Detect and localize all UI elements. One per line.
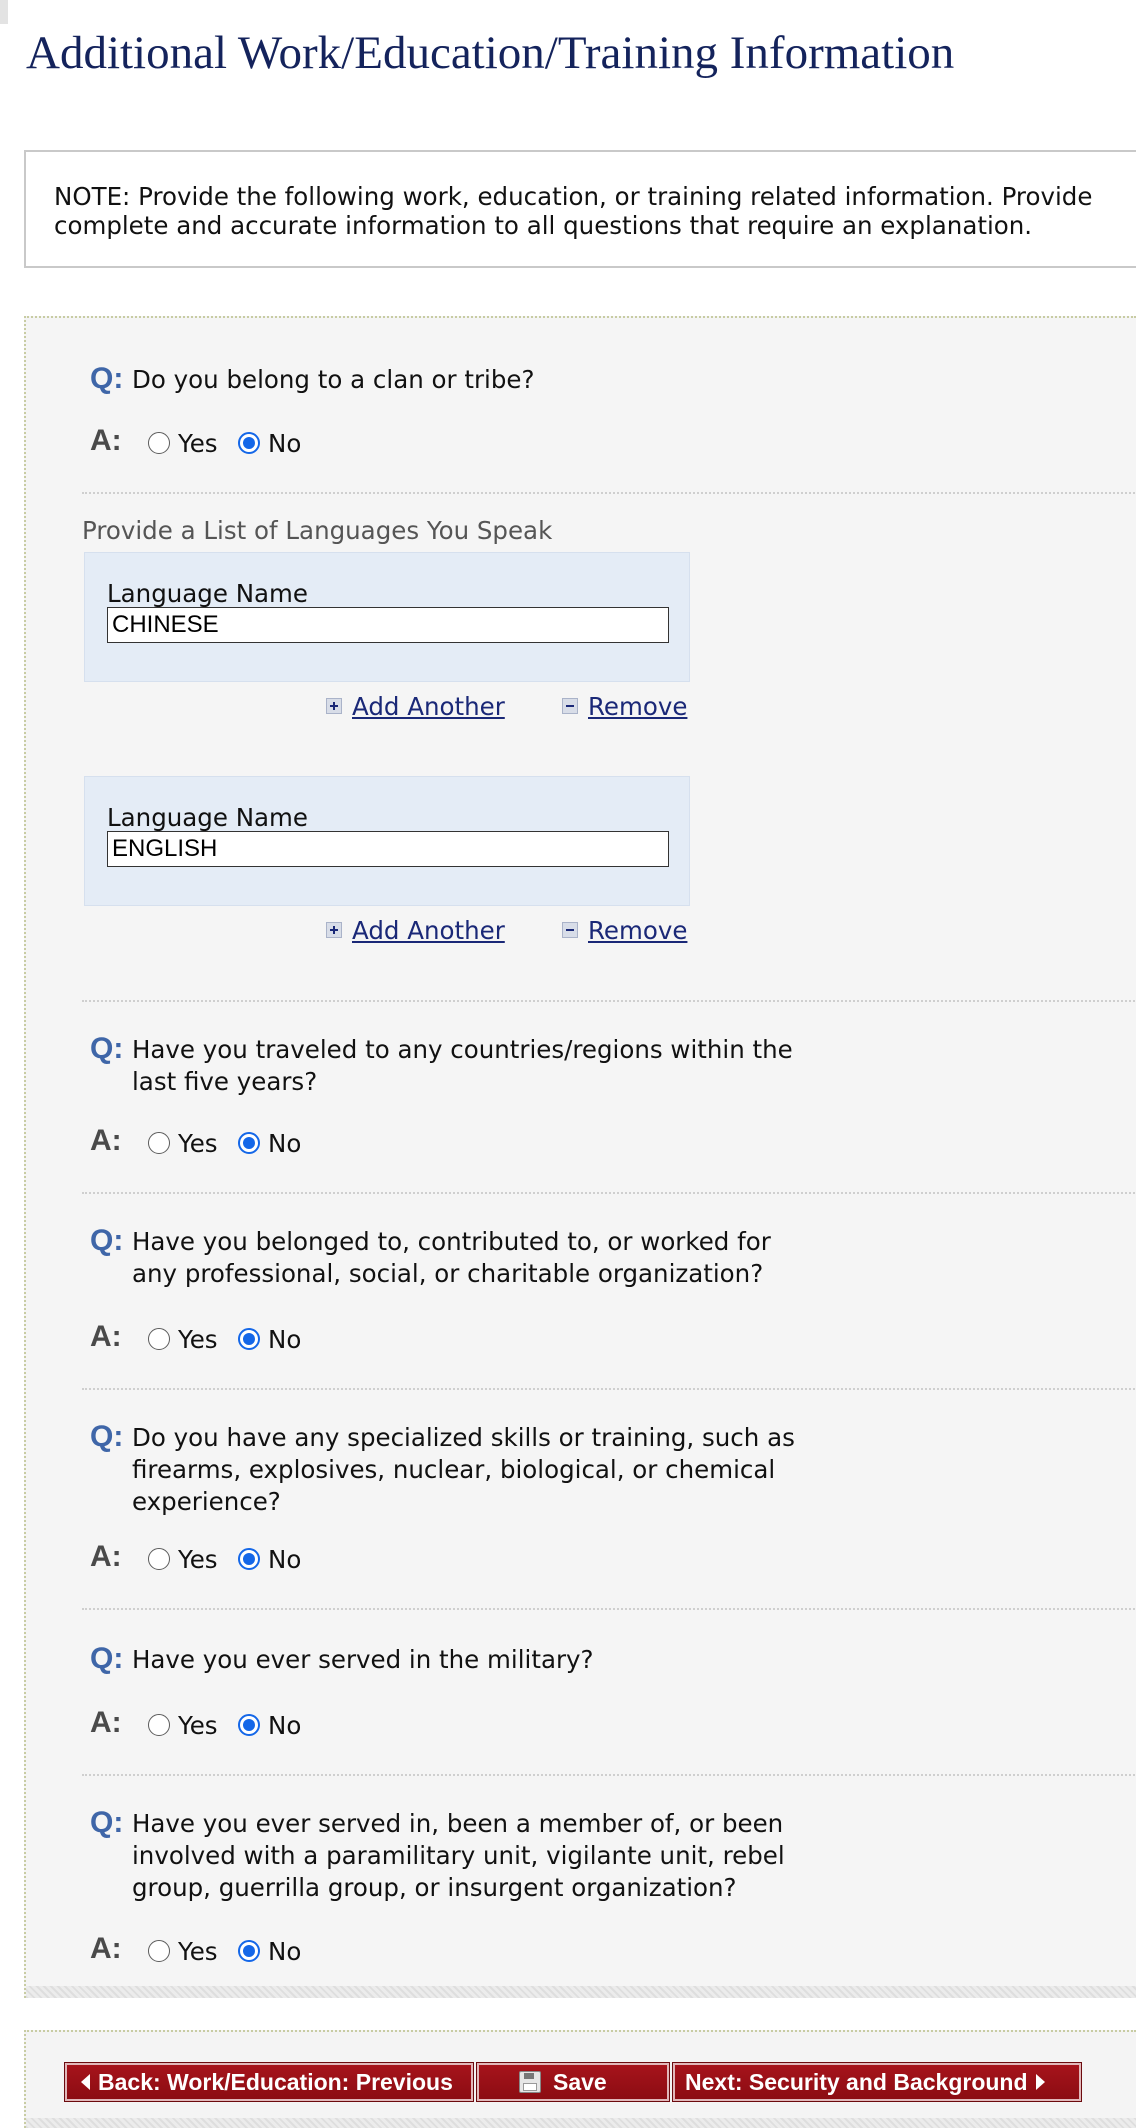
radio-yes[interactable]: [148, 1328, 170, 1350]
radio-no-label[interactable]: No: [268, 1546, 301, 1574]
remove-label: Remove: [588, 692, 688, 721]
radio-no-label[interactable]: No: [268, 1130, 301, 1158]
form-panel: Q: Do you belong to a clan or tribe? A: …: [24, 316, 1136, 1998]
radio-yes-label[interactable]: Yes: [178, 1546, 218, 1574]
floppy-disk-icon: [519, 2070, 541, 2093]
answer-marker: A:: [90, 1124, 122, 1157]
question-text: Do you have any specialized skills or tr…: [132, 1423, 795, 1516]
section-divider: [82, 1000, 1136, 1002]
section-divider: [82, 1388, 1136, 1390]
language-name-label: Language Name: [107, 579, 308, 608]
add-another-link[interactable]: Add Another: [326, 692, 505, 721]
add-another-link[interactable]: Add Another: [326, 916, 505, 945]
triangle-left-icon: [81, 2073, 90, 2090]
remove-label: Remove: [588, 916, 688, 945]
answer-marker: A:: [90, 1320, 122, 1353]
navigation-bar: Back: Work/Education: Previous Save Next…: [24, 2030, 1136, 2128]
question-text: Have you ever served in, been a member o…: [132, 1809, 785, 1902]
save-button[interactable]: Save: [476, 2062, 670, 2102]
radio-yes-label[interactable]: Yes: [178, 1130, 218, 1158]
next-button-label: Next: Security and Background: [685, 2069, 1028, 2095]
radio-yes-label[interactable]: Yes: [178, 1712, 218, 1740]
plus-icon: [326, 698, 342, 714]
radio-no[interactable]: [238, 1132, 260, 1154]
question-marker: Q:: [90, 1032, 124, 1065]
note-text: NOTE: Provide the following work, educat…: [54, 182, 1093, 240]
radio-yes[interactable]: [148, 1132, 170, 1154]
add-another-label: Add Another: [352, 692, 505, 721]
answer-marker: A:: [90, 424, 122, 457]
radio-no[interactable]: [238, 1548, 260, 1570]
radio-yes-label[interactable]: Yes: [178, 1326, 218, 1354]
radio-no-label[interactable]: No: [268, 430, 301, 458]
minus-icon: [562, 922, 578, 938]
radio-no[interactable]: [238, 432, 260, 454]
radio-no-label[interactable]: No: [268, 1712, 301, 1740]
question-text: Do you belong to a clan or tribe?: [132, 365, 535, 394]
language-name-input[interactable]: [107, 831, 669, 867]
answer-marker: A:: [90, 1540, 122, 1573]
triangle-right-icon: [1035, 2073, 1045, 2090]
back-button-label: Back: Work/Education: Previous: [98, 2069, 453, 2095]
question-marker: Q:: [90, 1806, 124, 1839]
corner-mark: [0, 0, 8, 24]
languages-heading: Provide a List of Languages You Speak: [82, 516, 553, 545]
section-divider: [82, 1774, 1136, 1776]
question-text: Have you belonged to, contributed to, or…: [132, 1227, 771, 1288]
answer-marker: A:: [90, 1932, 122, 1965]
next-button[interactable]: Next: Security and Background: [672, 2062, 1082, 2102]
language-entry: Language Name: [84, 552, 690, 682]
radio-no[interactable]: [238, 1714, 260, 1736]
question-marker: Q:: [90, 1420, 124, 1453]
back-button[interactable]: Back: Work/Education: Previous: [64, 2062, 474, 2102]
radio-yes[interactable]: [148, 1548, 170, 1570]
note-box: NOTE: Provide the following work, educat…: [24, 150, 1136, 268]
answer-marker: A:: [90, 1706, 122, 1739]
radio-yes-label[interactable]: Yes: [178, 1938, 218, 1966]
radio-no[interactable]: [238, 1328, 260, 1350]
language-name-label: Language Name: [107, 803, 308, 832]
panel-bottom-stripe: [26, 1986, 1136, 1998]
radio-no[interactable]: [238, 1940, 260, 1962]
section-divider: [82, 1192, 1136, 1194]
nav-bottom-stripe: [26, 2118, 1136, 2128]
save-button-label: Save: [553, 2069, 607, 2095]
plus-icon: [326, 922, 342, 938]
minus-icon: [562, 698, 578, 714]
language-entry: Language Name: [84, 776, 690, 906]
section-divider: [82, 1608, 1136, 1610]
question-marker: Q:: [90, 1642, 124, 1675]
radio-yes[interactable]: [148, 1940, 170, 1962]
radio-yes-label[interactable]: Yes: [178, 430, 218, 458]
radio-yes[interactable]: [148, 1714, 170, 1736]
radio-no-label[interactable]: No: [268, 1938, 301, 1966]
page-title: Additional Work/Education/Training Infor…: [26, 27, 955, 79]
question-marker: Q:: [90, 362, 124, 395]
add-another-label: Add Another: [352, 916, 505, 945]
section-divider: [82, 492, 1136, 494]
remove-link[interactable]: Remove: [562, 692, 687, 721]
question-marker: Q:: [90, 1224, 124, 1257]
radio-no-label[interactable]: No: [268, 1326, 301, 1354]
question-text: Have you ever served in the military?: [132, 1645, 594, 1674]
remove-link[interactable]: Remove: [562, 916, 687, 945]
question-text: Have you traveled to any countries/regio…: [132, 1035, 793, 1096]
radio-yes[interactable]: [148, 432, 170, 454]
language-name-input[interactable]: [107, 607, 669, 643]
